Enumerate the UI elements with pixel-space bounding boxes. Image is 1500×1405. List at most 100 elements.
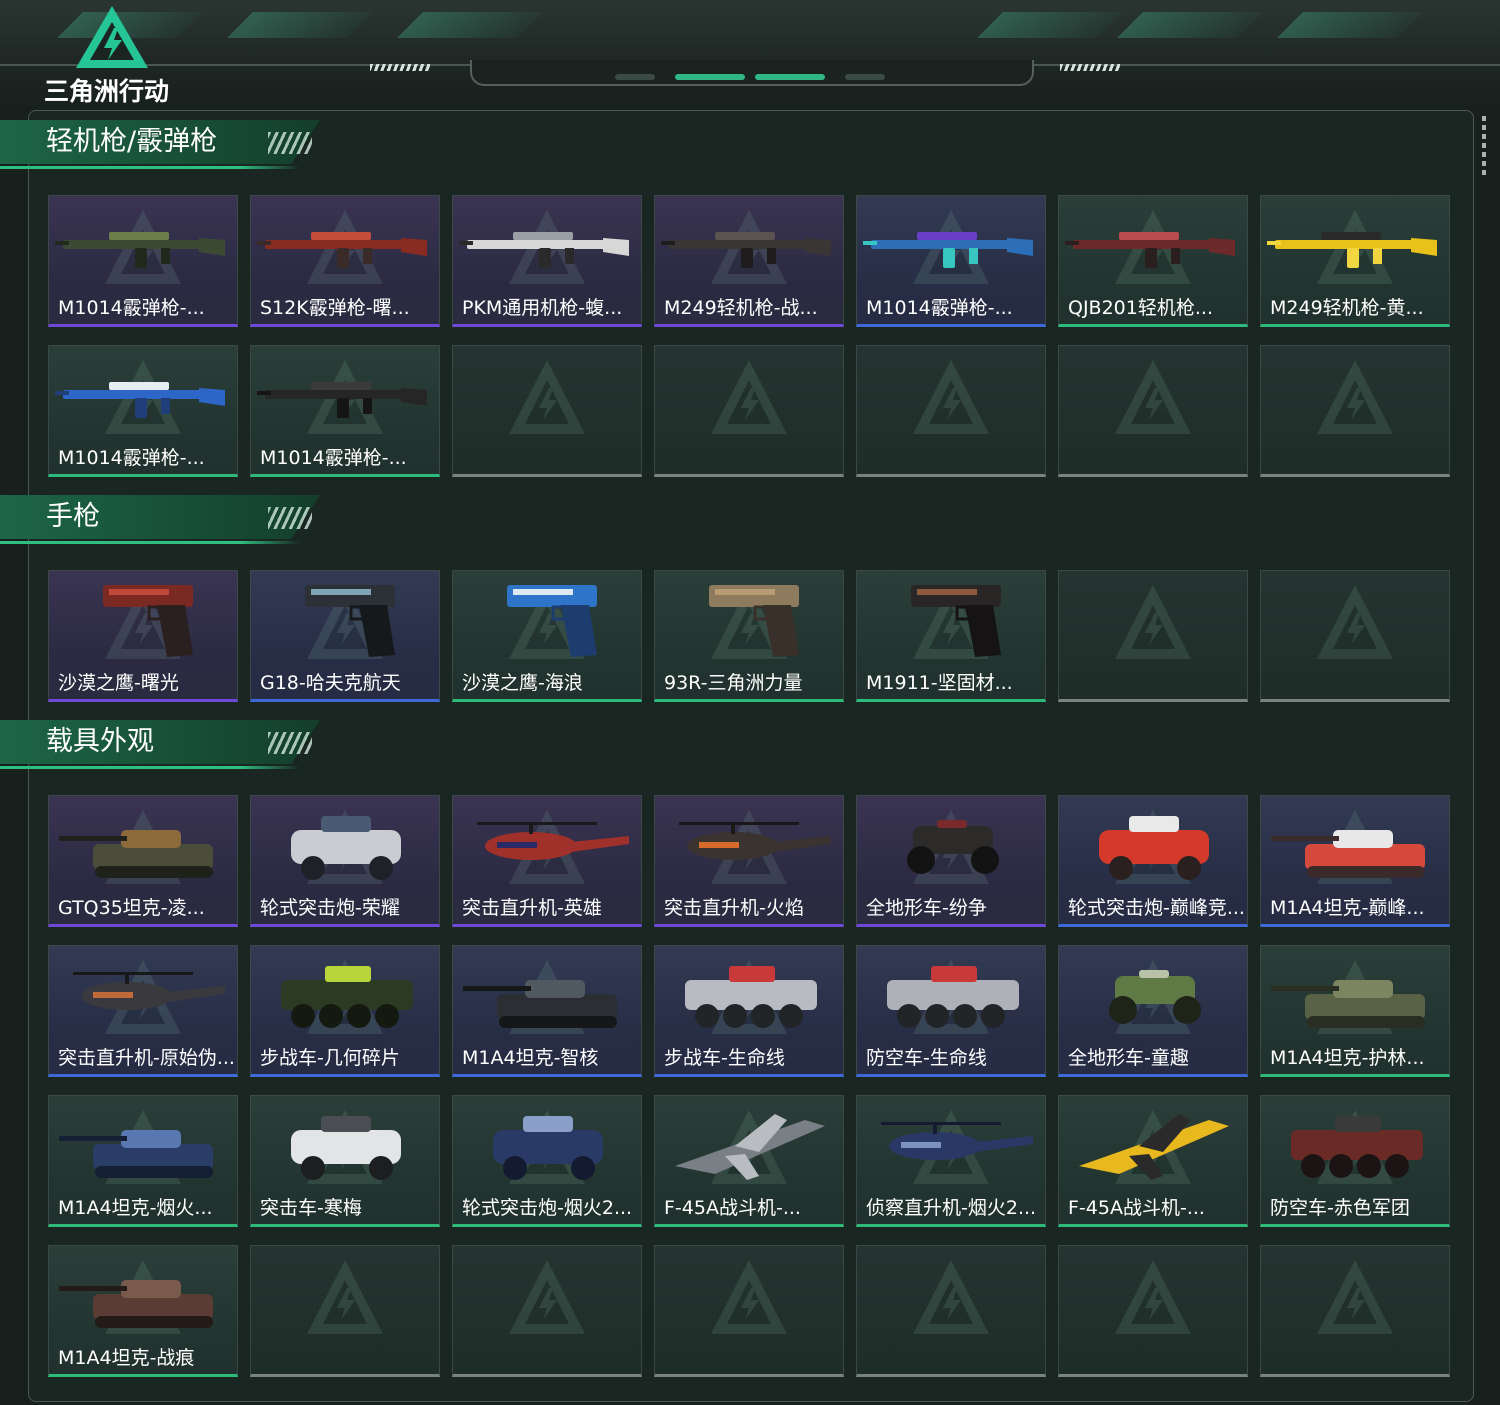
item-card[interactable]: M1014霰弹枪-...	[250, 345, 440, 477]
empty-slot	[452, 345, 642, 477]
delta-watermark-icon	[711, 1260, 787, 1334]
banner-center-bar	[470, 60, 1034, 86]
item-card[interactable]: S12K霰弹枪-曙...	[250, 195, 440, 327]
item-card[interactable]: 步战车-生命线	[654, 945, 844, 1077]
empty-slot	[1260, 345, 1450, 477]
item-thumbnail	[477, 822, 629, 860]
item-card[interactable]: 全地形车-童趣	[1058, 945, 1248, 1077]
item-card[interactable]: M1014霰弹枪-...	[48, 195, 238, 327]
item-card[interactable]: 防空车-赤色军团	[1260, 1095, 1450, 1227]
item-card[interactable]: 防空车-生命线	[856, 945, 1046, 1077]
item-name: M1A4坦克-烟火...	[58, 1197, 213, 1219]
section-header: 载具外观	[0, 720, 330, 774]
item-card[interactable]: M1A4坦克-护林...	[1260, 945, 1450, 1077]
item-card[interactable]: 突击直升机-英雄	[452, 795, 642, 927]
item-card[interactable]: M1911-坚固材...	[856, 570, 1046, 702]
section-header-underline	[0, 541, 300, 544]
scrollbar-handle[interactable]	[1482, 116, 1486, 178]
item-thumbnail	[55, 382, 225, 418]
item-thumbnail	[291, 816, 401, 880]
section-header-stripes	[268, 132, 312, 154]
item-name: M1014霰弹枪-...	[260, 447, 407, 469]
item-card[interactable]: M1A4坦克-巅峰...	[1260, 795, 1450, 927]
item-card[interactable]: 93R-三角洲力量	[654, 570, 844, 702]
item-card[interactable]: 侦察直升机-烟火2...	[856, 1095, 1046, 1227]
item-thumbnail	[1079, 1114, 1229, 1180]
item-card[interactable]: M1014霰弹枪-...	[48, 345, 238, 477]
item-name: F-45A战斗机-...	[664, 1197, 801, 1219]
item-thumbnail	[863, 232, 1033, 268]
item-card[interactable]: PKM通用机枪-蝮...	[452, 195, 642, 327]
item-thumbnail	[1271, 830, 1425, 878]
item-card[interactable]: 沙漠之鹰-海浪	[452, 570, 642, 702]
item-name: M1911-坚固材...	[866, 672, 1013, 694]
item-thumbnail	[709, 585, 799, 657]
item-name: M1A4坦克-护林...	[1270, 1047, 1425, 1069]
banner-stripe	[977, 12, 1123, 38]
delta-watermark-icon	[1115, 360, 1191, 434]
item-thumbnail	[459, 232, 629, 268]
empty-slot	[856, 1245, 1046, 1377]
item-card[interactable]: 步战车-几何碎片	[250, 945, 440, 1077]
item-card[interactable]: QJB201轻机枪...	[1058, 195, 1248, 327]
item-card[interactable]: 轮式突击炮-巅峰竞...	[1058, 795, 1248, 927]
empty-slot	[1260, 570, 1450, 702]
item-name: M1014霰弹枪-...	[866, 297, 1013, 319]
item-name: 突击直升机-火焰	[664, 897, 804, 919]
item-card[interactable]: M249轻机枪-黄...	[1260, 195, 1450, 327]
delta-watermark-icon	[307, 1260, 383, 1334]
item-card[interactable]: M1A4坦克-智核	[452, 945, 642, 1077]
item-name: M249轻机枪-战...	[664, 297, 818, 319]
item-thumbnail	[291, 1116, 401, 1180]
item-card[interactable]: 突击车-寒梅	[250, 1095, 440, 1227]
item-name: 沙漠之鹰-海浪	[462, 672, 583, 694]
item-card[interactable]: M1014霰弹枪-...	[856, 195, 1046, 327]
item-thumbnail	[59, 1130, 213, 1178]
item-thumbnail	[1109, 970, 1201, 1024]
page-indicator-dot	[755, 74, 825, 80]
item-thumbnail	[1065, 232, 1235, 268]
item-thumbnail	[257, 232, 427, 268]
delta-watermark-icon	[1317, 360, 1393, 434]
empty-slot	[452, 1245, 642, 1377]
delta-watermark-icon	[1115, 1260, 1191, 1334]
item-name: 突击直升机-英雄	[462, 897, 602, 919]
item-thumbnail	[59, 830, 213, 878]
item-card[interactable]: M1A4坦克-烟火...	[48, 1095, 238, 1227]
item-name: 轮式突击炮-烟火2...	[462, 1197, 633, 1219]
item-thumbnail	[911, 585, 1001, 657]
item-thumbnail	[881, 1122, 1033, 1160]
item-card[interactable]: G18-哈夫克航天	[250, 570, 440, 702]
item-thumbnail	[257, 382, 427, 418]
item-card[interactable]: 突击直升机-原始伪...	[48, 945, 238, 1077]
item-thumbnail	[907, 820, 999, 874]
item-thumbnail	[463, 980, 617, 1028]
empty-slot	[654, 345, 844, 477]
item-name: 突击直升机-原始伪...	[58, 1047, 234, 1069]
item-card[interactable]: F-45A战斗机-...	[1058, 1095, 1248, 1227]
item-name: GTQ35坦克-凌...	[58, 897, 205, 919]
item-name: 防空车-赤色军团	[1270, 1197, 1410, 1219]
item-card[interactable]: F-45A战斗机-...	[654, 1095, 844, 1227]
item-name: F-45A战斗机-...	[1068, 1197, 1205, 1219]
game-logo: 三角洲行动	[44, 4, 184, 106]
item-card[interactable]: M1A4坦克-战痕	[48, 1245, 238, 1377]
item-card[interactable]: GTQ35坦克-凌...	[48, 795, 238, 927]
item-thumbnail	[73, 972, 225, 1010]
item-card[interactable]: 全地形车-纷争	[856, 795, 1046, 927]
item-card[interactable]: 轮式突击炮-荣耀	[250, 795, 440, 927]
item-thumbnail	[679, 822, 831, 860]
item-card[interactable]: 轮式突击炮-烟火2...	[452, 1095, 642, 1227]
delta-watermark-icon	[509, 1260, 585, 1334]
item-thumbnail	[887, 966, 1019, 1028]
item-thumbnail	[1099, 816, 1209, 880]
empty-slot	[1058, 1245, 1248, 1377]
delta-watermark-icon	[913, 1260, 989, 1334]
item-card[interactable]: M249轻机枪-战...	[654, 195, 844, 327]
item-thumbnail	[507, 585, 597, 657]
item-card[interactable]: 沙漠之鹰-曙光	[48, 570, 238, 702]
top-banner: 三角洲行动	[0, 0, 1500, 110]
item-card[interactable]: 突击直升机-火焰	[654, 795, 844, 927]
banner-stripe	[397, 12, 543, 38]
item-name: M1014霰弹枪-...	[58, 447, 205, 469]
